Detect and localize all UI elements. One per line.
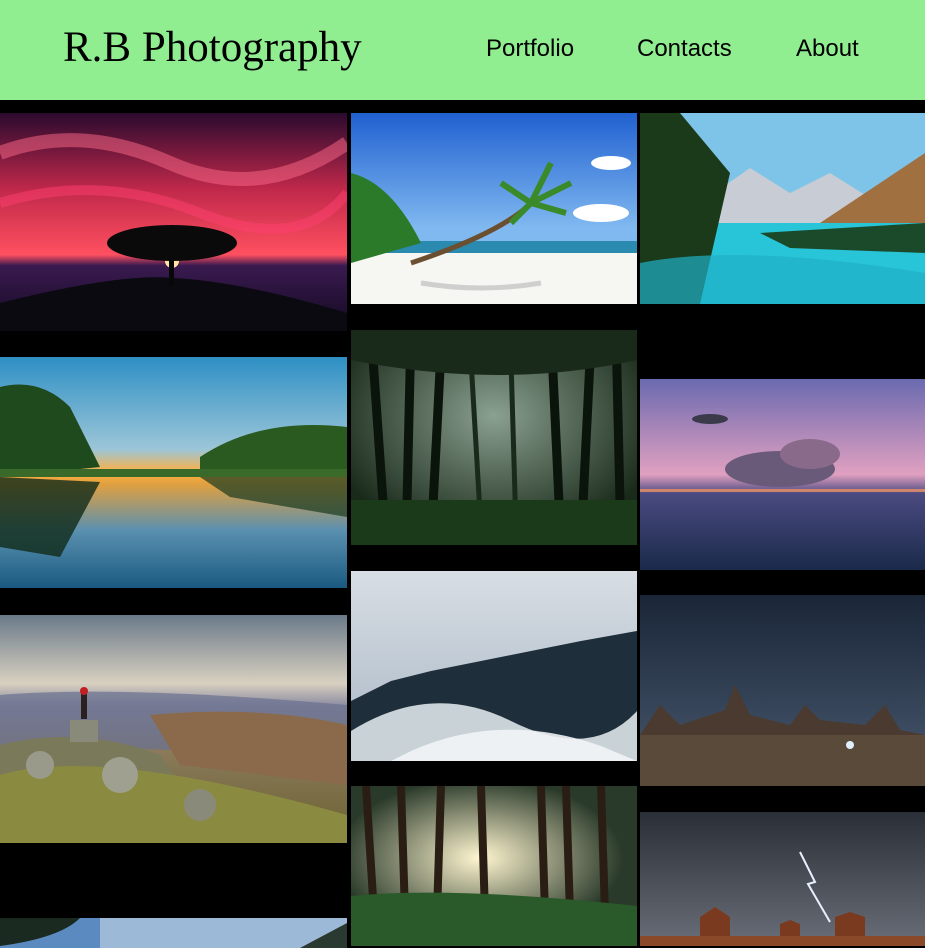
- foggy-pines-photo[interactable]: [351, 571, 637, 761]
- site-title[interactable]: R.B Photography: [63, 22, 362, 74]
- monument-lightning-photo[interactable]: [640, 812, 925, 946]
- nav-link-about[interactable]: About: [796, 34, 859, 64]
- desert-night-photo[interactable]: [640, 595, 925, 786]
- nav-link-contacts[interactable]: Contacts: [637, 34, 732, 64]
- mountain-lake-photo[interactable]: [640, 113, 925, 304]
- lake-reflection-photo[interactable]: [0, 357, 347, 588]
- tree-sky-photo[interactable]: [0, 918, 347, 948]
- site-header: R.B Photography Portfolio Contacts About: [0, 0, 925, 100]
- nav-link-portfolio[interactable]: Portfolio: [486, 34, 574, 64]
- misty-forest-photo[interactable]: [351, 330, 637, 545]
- ocean-clouds-photo[interactable]: [640, 379, 925, 570]
- palm-beach-photo[interactable]: [351, 113, 637, 304]
- redwood-sunlight-photo[interactable]: [351, 786, 637, 946]
- tree-sunset-photo[interactable]: [0, 113, 347, 331]
- hiker-hills-photo[interactable]: [0, 615, 347, 843]
